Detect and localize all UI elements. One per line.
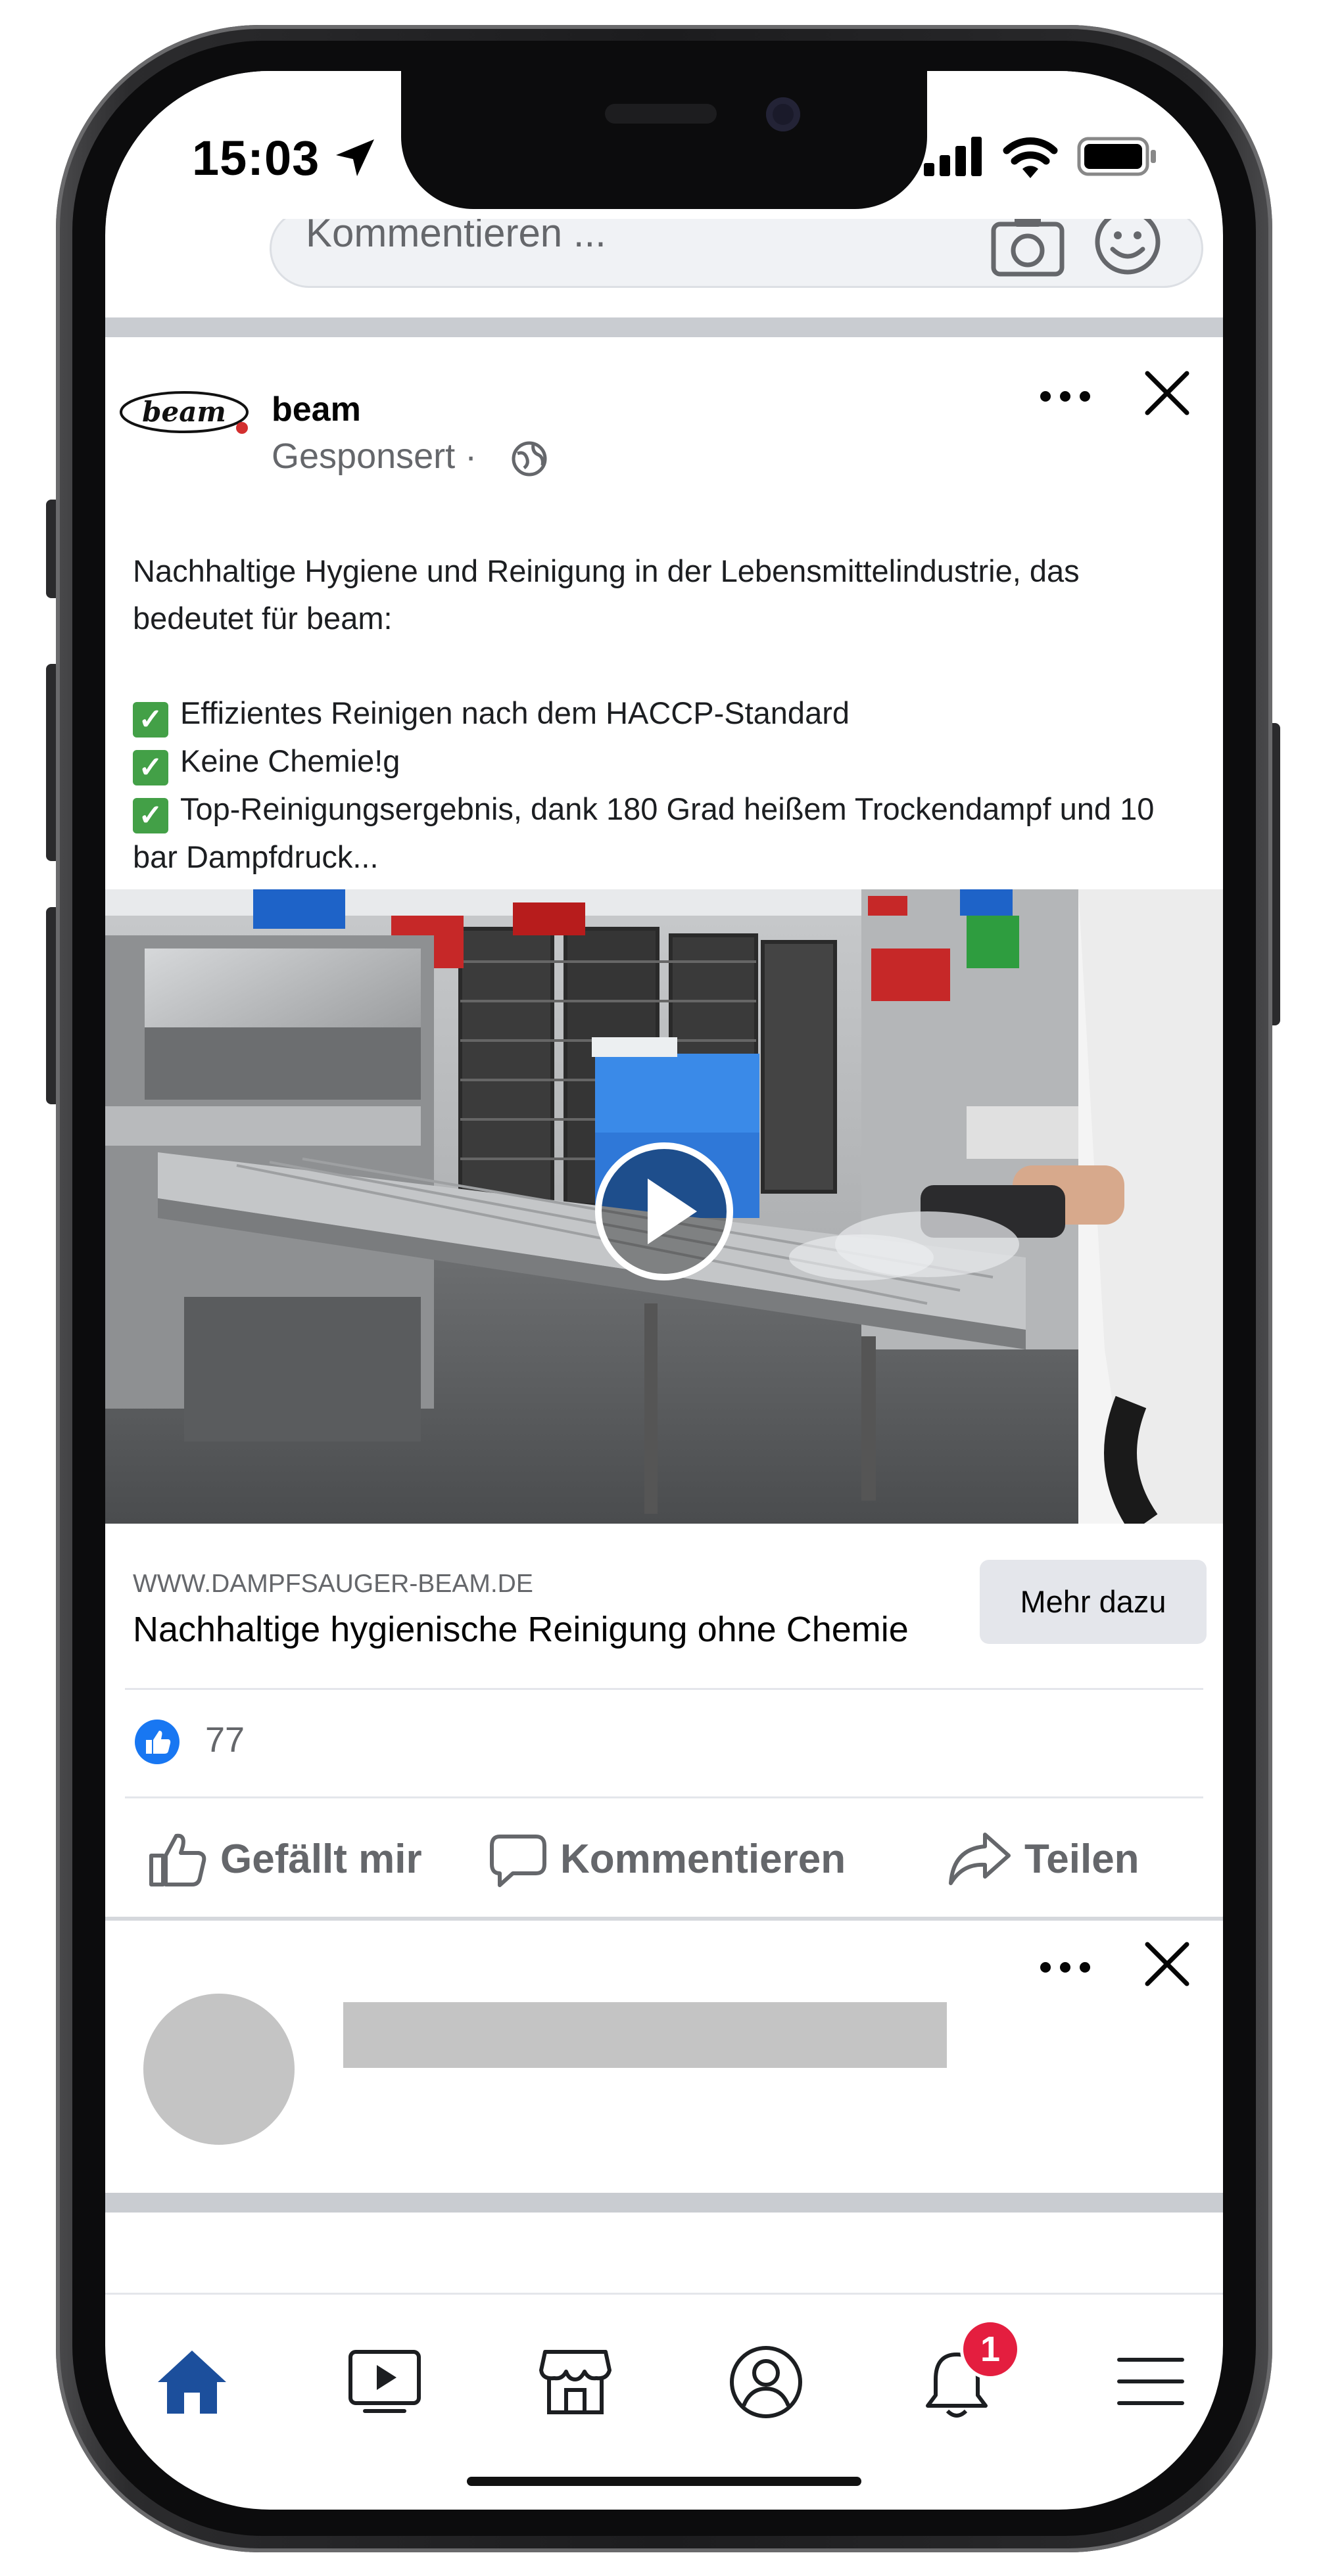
bullet-text: Keine Chemie!g (180, 743, 400, 778)
battery-icon (1077, 137, 1156, 176)
link-url[interactable]: WWW.DAMPFSAUGER-BEAM.DE (133, 1570, 533, 1599)
sponsored-label: Gesponsert · (272, 436, 477, 476)
post-bullet: ✓ Top-Reinigungsergebnis, dank 180 Grad h… (133, 785, 1198, 833)
post-video[interactable] (105, 889, 1223, 1524)
wifi-icon (1003, 137, 1058, 178)
close-icon[interactable] (1141, 1938, 1193, 1990)
feed-separator (105, 1917, 1223, 1921)
check-mark-icon: ✓ (133, 750, 168, 785)
beam-logo: beam (120, 391, 249, 434)
post-bullet: ✓ Effizientes Reinigen nach dem HACCP-Sta… (133, 690, 1198, 738)
bottom-nav-divider (105, 2293, 1223, 2295)
like-button[interactable]: Gefällt mir (220, 1836, 422, 1883)
skeleton-avatar (143, 1994, 295, 2145)
divider (125, 1688, 1203, 1690)
close-icon[interactable] (1141, 367, 1193, 419)
notification-badge: 1 (960, 2319, 1020, 2379)
marketplace-icon[interactable] (536, 2345, 615, 2418)
more-options-icon[interactable] (1036, 1957, 1095, 1977)
cellular-signal-icon (924, 137, 982, 176)
play-button-icon[interactable] (592, 1139, 736, 1284)
device-mockup: Kommentieren ... 15:03 beam beam Gespons… (0, 0, 1319, 2576)
post-author[interactable]: beam (272, 390, 361, 429)
earpiece-speaker (605, 104, 717, 124)
camera-icon[interactable] (990, 212, 1068, 278)
post-body: Nachhaltige Hygiene und Reinigung in der… (133, 548, 1198, 881)
like-reaction-icon[interactable] (133, 1718, 182, 1767)
share-button[interactable]: Teilen (1024, 1836, 1139, 1883)
share-icon[interactable] (947, 1829, 1013, 1888)
feed-separator (105, 2193, 1223, 2213)
learn-more-button[interactable]: Mehr dazu (980, 1560, 1207, 1644)
post-text-spacer (133, 642, 1198, 690)
phone-screen: Kommentieren ... 15:03 beam beam Gespons… (105, 71, 1223, 2510)
home-icon[interactable] (153, 2345, 231, 2418)
post-text-line: bedeutet für beam: (133, 601, 393, 636)
link-title[interactable]: Nachhaltige hygienische Reinigung ohne C… (133, 1609, 909, 1650)
notch (401, 71, 927, 209)
globe-icon (512, 441, 547, 477)
bullet-text: Effizientes Reinigen nach dem HACCP-Stan… (180, 695, 850, 730)
status-time: 15:03 (192, 131, 320, 185)
feed-separator (105, 317, 1223, 337)
home-indicator (467, 2477, 861, 2486)
post-text-line: Nachhaltige Hygiene und Reinigung in der… (133, 553, 1080, 588)
skeleton-text-bar (343, 2002, 947, 2068)
thumbs-up-icon[interactable] (146, 1829, 208, 1888)
svg-text:beam: beam (142, 396, 226, 428)
post-bullet: ✓ Keine Chemie!g (133, 738, 1198, 785)
location-arrow-icon (336, 139, 374, 176)
check-mark-icon: ✓ (133, 702, 168, 738)
bullet-text: Top-Reinigungsergebnis, dank 180 Grad he… (180, 791, 1155, 826)
check-mark-icon: ✓ (133, 798, 168, 833)
menu-icon[interactable] (1111, 2345, 1190, 2418)
like-count[interactable]: 77 (205, 1720, 245, 1760)
divider (125, 1796, 1203, 1798)
front-camera (766, 97, 800, 131)
profile-icon[interactable] (727, 2345, 805, 2421)
comment-button[interactable]: Kommentieren (560, 1836, 846, 1883)
comment-icon[interactable] (487, 1831, 549, 1890)
watch-icon[interactable] (345, 2345, 424, 2418)
more-options-icon[interactable] (1036, 386, 1095, 406)
post-text-line: bar Dampfdruck... (133, 839, 379, 874)
